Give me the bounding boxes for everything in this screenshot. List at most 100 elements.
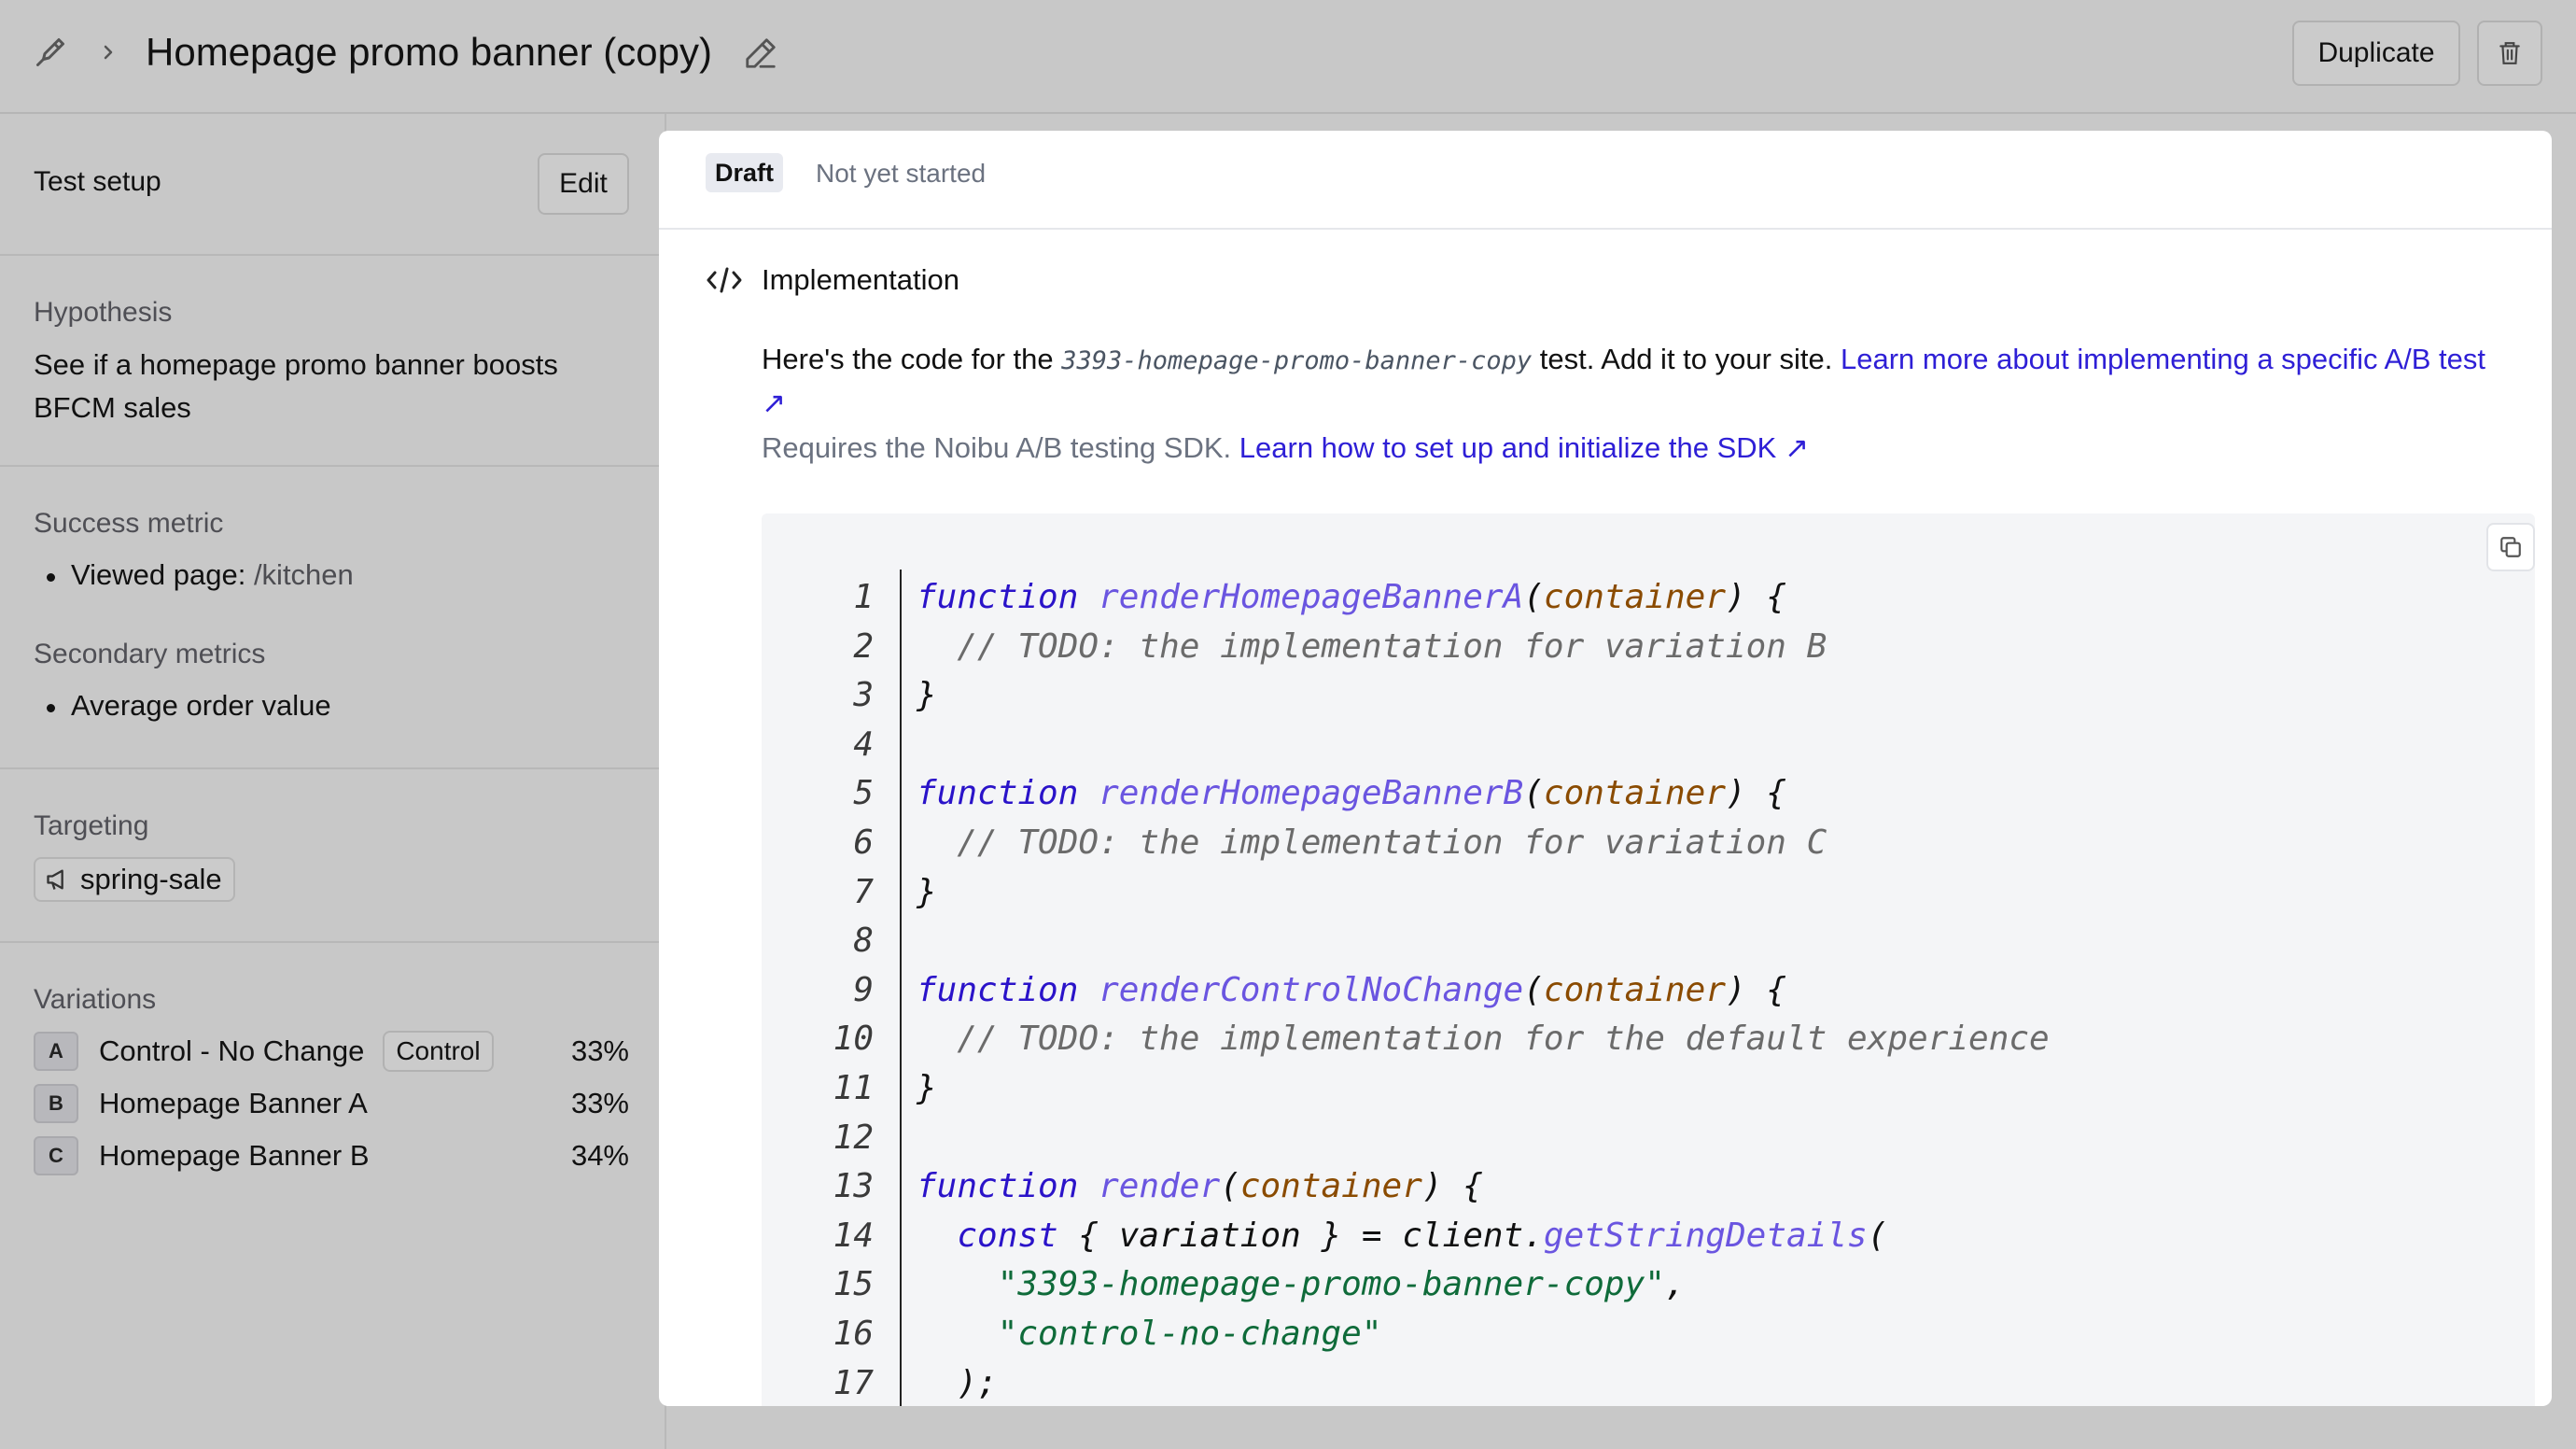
code-line: 6 // TODO: the implementation for variat… (762, 819, 2535, 867)
line-number: 15 (833, 1265, 874, 1304)
sdk-requirement: Requires the Noibu A/B testing SDK. Lear… (762, 431, 1809, 465)
code-text: function render(container) { (917, 1167, 1483, 1206)
chevron-right-icon (104, 45, 113, 60)
status-bar: Draft Not yet started (659, 131, 2552, 230)
code-line: 11} (762, 1064, 2535, 1113)
intro-suffix: test. Add it to your site. (1532, 343, 1841, 375)
success-metric-value: /kitchen (253, 558, 354, 591)
divider (0, 254, 665, 256)
variation-letter: C (34, 1136, 78, 1175)
brush-icon[interactable] (34, 35, 67, 69)
trash-icon (2499, 42, 2520, 64)
line-number: 2 (853, 626, 874, 666)
line-number: 10 (833, 1020, 874, 1059)
line-number: 4 (853, 724, 874, 764)
status-text: Not yet started (816, 159, 987, 188)
line-number: 1 (853, 578, 874, 616)
line-number: 11 (833, 1069, 874, 1107)
code-line: 3} (762, 671, 2535, 720)
success-metric-item: Viewed page: /kitchen (71, 558, 354, 592)
line-number: 17 (833, 1363, 874, 1402)
top-bar: Homepage promo banner (copy) Duplicate (0, 0, 2576, 114)
code-text: function renderHomepageBannerB(container… (917, 774, 1787, 813)
variation-name: Homepage Banner B (99, 1139, 370, 1172)
line-number: 7 (853, 872, 874, 911)
success-metric-prefix: Viewed page: (71, 558, 246, 591)
variation-letter: A (34, 1032, 78, 1071)
code-line: 15 "3393-homepage-promo-banner-copy", (762, 1260, 2535, 1309)
code-line: 5 function renderHomepageBannerB(containe… (762, 769, 2535, 818)
test-slug: 3393-homepage-promo-banner-copy (1061, 346, 1533, 375)
megaphone-icon (47, 869, 63, 890)
variations-label: Variations (34, 984, 157, 1015)
targeting-tag-label: spring-sale (80, 863, 222, 895)
secondary-metric-item: Average order value (71, 689, 331, 722)
code-text: "control-no-change" (997, 1315, 1382, 1353)
code-text: "3393-homepage-promo-banner-copy", (997, 1265, 1686, 1304)
divider (0, 465, 665, 467)
code-line: 12 (762, 1114, 2535, 1162)
test-setup-sidebar: Test setup Edit Hypothesis See if a home… (0, 114, 666, 1449)
divider (0, 767, 665, 769)
implementation-intro: Here's the code for the 3393-homepage-pr… (762, 338, 2516, 424)
code-line: 7} (762, 868, 2535, 917)
code-text: } (917, 1069, 937, 1107)
code-text: // TODO: the implementation for variatio… (917, 823, 1827, 862)
code-icon (707, 267, 742, 293)
line-number: 13 (833, 1167, 874, 1206)
code-line: 8 (762, 917, 2535, 965)
code-text: // TODO: the implementation for variatio… (917, 626, 1827, 666)
line-number: 5 (853, 774, 874, 813)
code-line: 4 (762, 721, 2535, 769)
variation-row: B Homepage Banner A 33% (34, 1083, 629, 1124)
code-text: // TODO: the implementation for the defa… (917, 1020, 2050, 1059)
bullet (47, 573, 55, 582)
sdk-setup-link[interactable]: Learn how to set up and initialize the S… (1239, 431, 1809, 464)
line-number: 3 (853, 676, 874, 715)
code-line: 16 "control-no-change" (762, 1310, 2535, 1358)
variation-percent: 34% (570, 1139, 629, 1172)
status-badge: Draft (706, 153, 784, 192)
requires-text: Requires the Noibu A/B testing SDK. (762, 431, 1239, 464)
hypothesis-label: Hypothesis (34, 297, 173, 328)
code-line: 10 // TODO: the implementation for the d… (762, 1015, 2535, 1063)
line-number: 14 (833, 1216, 874, 1255)
control-badge: Control (383, 1031, 494, 1072)
targeting-label: Targeting (34, 810, 149, 841)
code-line: 13 function render(container) { (762, 1162, 2535, 1211)
page-title: Homepage promo banner (copy) (146, 30, 712, 74)
variation-row: C Homepage Banner B 34% (34, 1135, 629, 1176)
line-number: 12 (833, 1118, 874, 1157)
code-text: } (917, 676, 937, 715)
line-number: 9 (853, 970, 874, 1009)
line-number: 8 (853, 921, 874, 961)
code-block[interactable]: 1 function renderHomepageBannerA(containe… (762, 513, 2535, 1406)
main-panel: Draft Not yet started Implementation Her… (659, 131, 2552, 1406)
duplicate-button[interactable]: Duplicate (2292, 21, 2460, 86)
implementation-title: Implementation (762, 263, 959, 296)
code-line: 1 function renderHomepageBannerA(containe… (762, 573, 2535, 622)
copy-icon (2500, 537, 2521, 557)
hypothesis-text: See if a homepage promo banner boosts BF… (34, 348, 558, 424)
code-line: 14 const { variation } = client.getStrin… (762, 1212, 2535, 1260)
edit-button[interactable]: Edit (538, 153, 629, 215)
pencil-icon[interactable] (743, 35, 778, 71)
line-number: 16 (833, 1315, 874, 1353)
variation-letter: B (34, 1084, 78, 1123)
code-text: ); (917, 1363, 998, 1402)
variation-percent: 33% (570, 1034, 629, 1067)
code-text: function renderHomepageBannerA(container… (917, 578, 1787, 616)
code-line: 9 function renderControlNoChange(containe… (762, 966, 2535, 1015)
code-line: 17 ); (762, 1359, 2535, 1406)
code-text: } (917, 872, 937, 911)
targeting-tag[interactable]: spring-sale (34, 857, 235, 902)
code-line: 2 // TODO: the implementation for variat… (762, 623, 2535, 671)
code-text: const { variation } = client.getStringDe… (957, 1216, 1888, 1255)
test-setup-heading: Test setup (34, 166, 161, 197)
variation-percent: 33% (570, 1087, 629, 1119)
variation-name: Homepage Banner A (99, 1087, 368, 1119)
delete-button[interactable] (2477, 21, 2542, 86)
secondary-metrics-label: Secondary metrics (34, 639, 266, 669)
copy-button[interactable] (2486, 523, 2535, 571)
bullet (47, 704, 55, 712)
